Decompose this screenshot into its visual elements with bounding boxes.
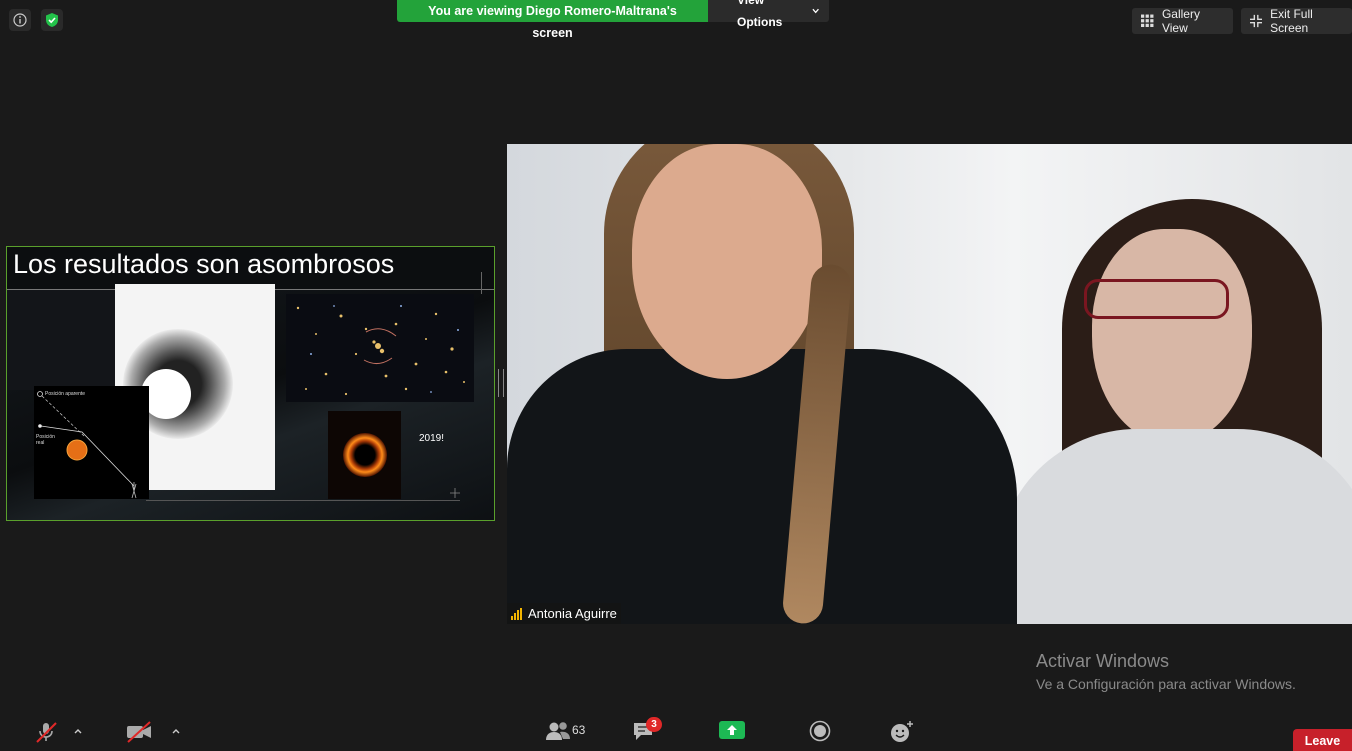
emoji-add-icon xyxy=(891,721,913,742)
view-options-button[interactable]: View Options xyxy=(708,0,829,29)
participants-count: 63 xyxy=(572,723,586,737)
real-position-label: Posición real xyxy=(36,434,55,446)
screen-share-banner: You are viewing Diego Romero-Maltrana's … xyxy=(397,0,829,40)
slide-background-shape xyxy=(7,290,117,390)
meeting-toolbar xyxy=(0,715,1352,751)
signal-strength-icon xyxy=(511,607,522,620)
black-hole-image xyxy=(328,411,401,499)
participant-1-face xyxy=(632,144,822,379)
slide-marker xyxy=(481,272,482,294)
crosshair-mark xyxy=(450,488,460,498)
participant-1-body xyxy=(507,349,1017,624)
galaxy-cluster-image xyxy=(286,294,474,402)
record-icon xyxy=(809,720,831,742)
participants-button[interactable] xyxy=(545,720,571,742)
shield-check-icon[interactable] xyxy=(41,9,63,31)
microphone-muted-icon xyxy=(36,722,57,743)
info-icon[interactable] xyxy=(9,9,31,31)
chevron-down-icon xyxy=(812,8,819,14)
start-video-button[interactable] xyxy=(125,720,153,744)
collapse-icon xyxy=(1250,14,1263,28)
record-button[interactable] xyxy=(809,720,831,742)
watermark-subtitle: Ve a Configuración para activar Windows. xyxy=(1036,676,1296,692)
participants-icon xyxy=(546,722,570,740)
grid-icon xyxy=(1141,14,1154,28)
audio-options-caret-icon[interactable] xyxy=(72,725,84,737)
reactions-button[interactable] xyxy=(889,720,915,744)
gallery-view-label: Gallery View xyxy=(1161,7,1200,35)
view-options-label: View Options xyxy=(737,0,783,29)
video-options-caret-icon[interactable] xyxy=(170,725,182,737)
exit-full-screen-button[interactable]: Exit Full Screen xyxy=(1241,7,1352,35)
share-screen-arrow-icon xyxy=(719,721,745,739)
gallery-view-button[interactable]: Gallery View xyxy=(1132,7,1233,35)
participant-2-body xyxy=(997,429,1352,624)
light-bending-diagram: Posición aparente Posición real xyxy=(34,386,149,499)
shared-screen-view: Los resultados son asombrosos Posición a… xyxy=(6,246,495,521)
exit-full-screen-label: Exit Full Screen xyxy=(1270,7,1313,35)
galaxy-cluster-drawing xyxy=(296,305,465,396)
unmute-button[interactable] xyxy=(34,720,58,744)
watermark-title: Activar Windows xyxy=(1036,651,1170,671)
slide-title: Los resultados son asombrosos xyxy=(13,249,395,279)
windows-activation-watermark: Activar Windows Ve a Configuración para … xyxy=(1036,651,1296,692)
participant-name: Antonia Aguirre xyxy=(528,606,617,621)
video-camera-off-icon xyxy=(127,721,151,743)
speaker-video xyxy=(507,144,1352,624)
apparent-position-label: Posición aparente xyxy=(45,391,86,397)
year-label: 2019! xyxy=(419,433,445,444)
participant-name-tag: Antonia Aguirre xyxy=(507,603,621,624)
chat-unread-badge: 3 xyxy=(646,717,662,732)
participant-2-face xyxy=(1092,229,1252,444)
share-screen-button[interactable] xyxy=(719,720,745,740)
black-hole-ring xyxy=(342,433,387,477)
participant-2-glasses xyxy=(1084,279,1229,319)
slide-bottom-line xyxy=(146,500,460,501)
panel-resize-handle[interactable] xyxy=(498,369,504,397)
leave-button[interactable]: Leave xyxy=(1293,729,1352,751)
sharing-status-message: You are viewing Diego Romero-Maltrana's … xyxy=(397,0,708,40)
zoom-meeting-window: You are viewing Diego Romero-Maltrana's … xyxy=(0,0,1352,751)
